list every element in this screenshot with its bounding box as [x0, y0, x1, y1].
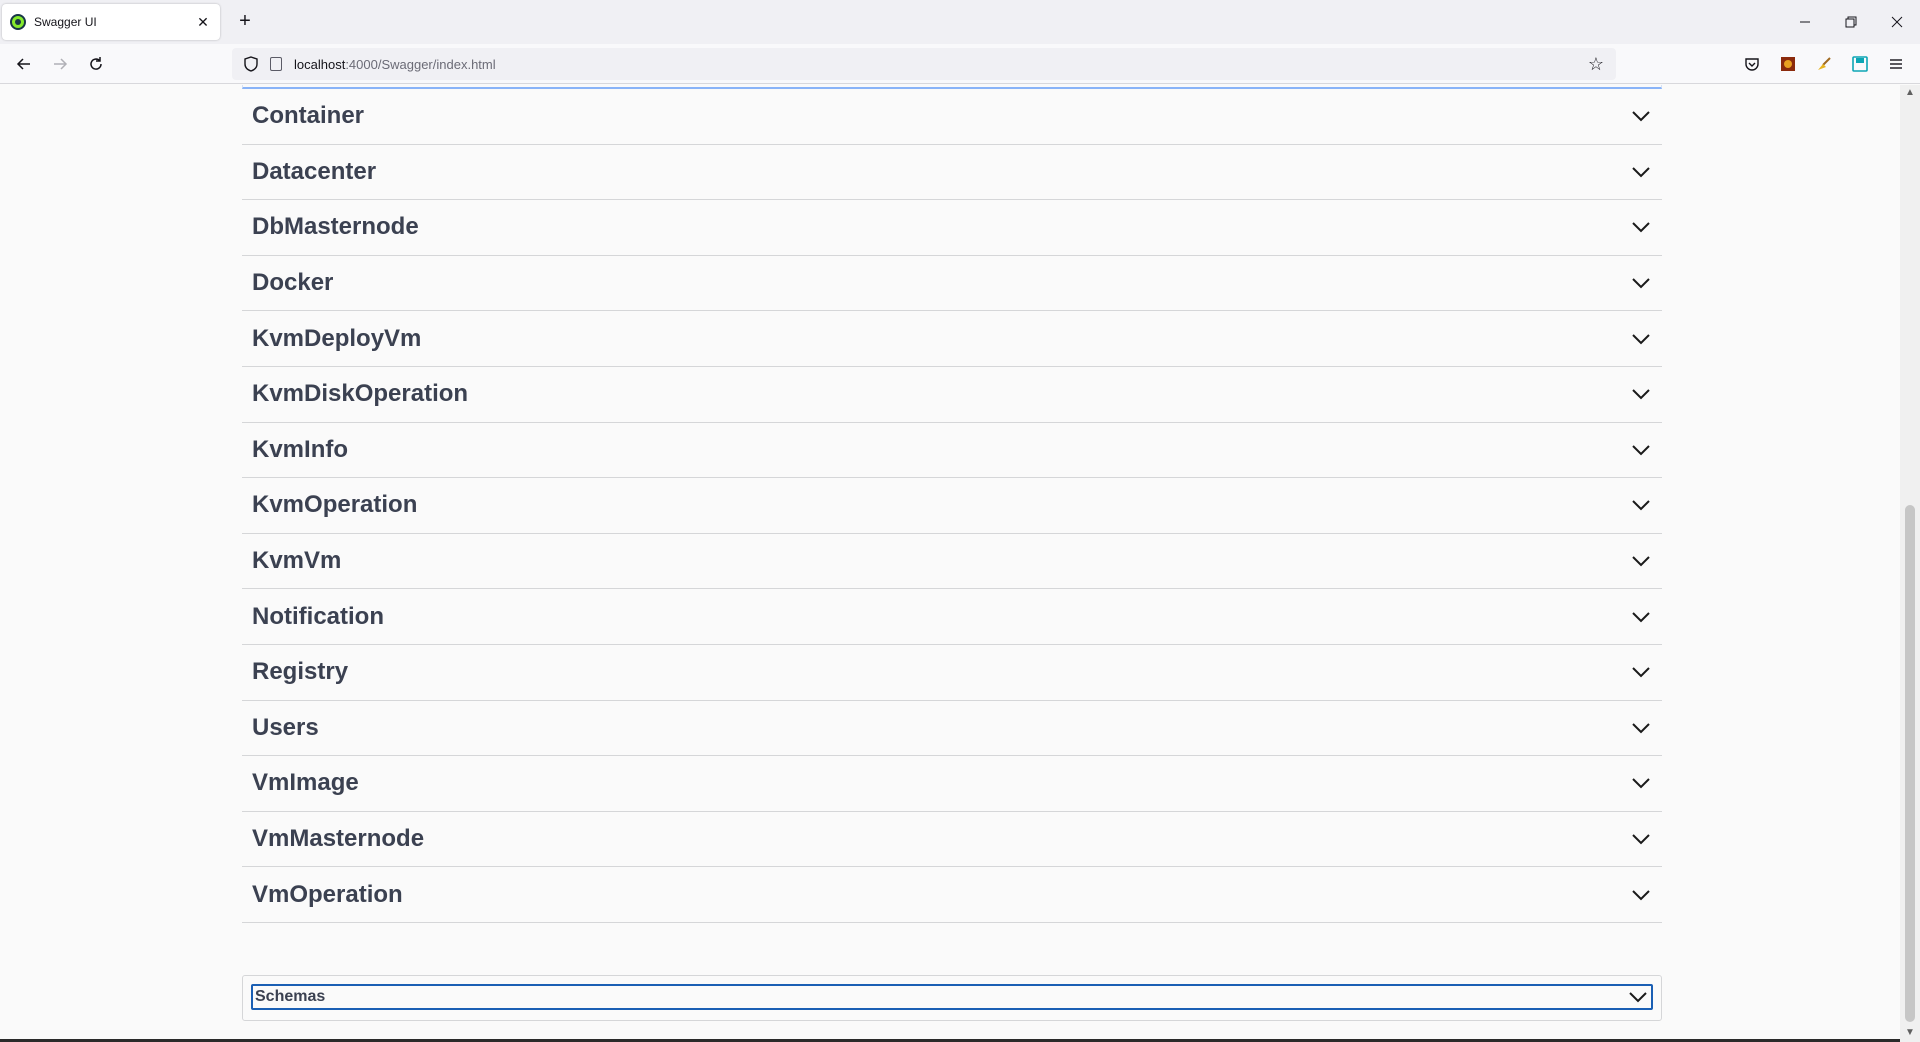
tag-section-header[interactable]: VmOperation	[242, 867, 1662, 923]
save-extension-icon[interactable]	[1850, 54, 1870, 74]
tag-name: VmMasternode	[252, 825, 425, 853]
tag-section-header[interactable]: Registry	[242, 645, 1662, 701]
chevron-down-icon[interactable]	[1630, 884, 1652, 906]
tag-section-header[interactable]: KvmInfo	[242, 423, 1662, 479]
page-info-icon[interactable]	[270, 57, 282, 71]
browser-tab-bar: Swagger UI ✕ +	[0, 0, 1920, 44]
chevron-down-icon[interactable]	[1630, 606, 1652, 628]
tag-name: VmOperation	[252, 880, 403, 908]
tag-section-header[interactable]: KvmOperation	[242, 478, 1662, 534]
extension-icon[interactable]	[1778, 54, 1798, 74]
close-tab-icon[interactable]: ✕	[194, 14, 212, 31]
operations-tag-list: Container Datacenter DbMasternode Docker Kvm…	[242, 89, 1662, 923]
tag-name: Registry	[252, 658, 349, 686]
broom-extension-icon[interactable]	[1814, 54, 1834, 74]
browser-navigation-bar: localhost :4000/Swagger/index.html ☆	[0, 44, 1920, 84]
swagger-page: Container Datacenter DbMasternode Docker Kvm…	[0, 85, 1900, 1042]
scroll-up-arrow-icon[interactable]: ▲	[1904, 87, 1916, 99]
schemas-toggle-button[interactable]: Schemas	[251, 984, 1653, 1010]
chevron-down-icon[interactable]	[1630, 161, 1652, 183]
tag-name: VmImage	[252, 769, 359, 797]
tag-name: KvmDiskOperation	[252, 380, 469, 408]
chevron-down-icon[interactable]	[1630, 550, 1652, 572]
tag-section-header[interactable]: Datacenter	[242, 145, 1662, 201]
tag-section-header[interactable]: Container	[242, 89, 1662, 145]
schemas-label: Schemas	[255, 988, 326, 1005]
tag-name: KvmDeployVm	[252, 324, 422, 352]
tag-section-header[interactable]: Docker	[242, 256, 1662, 312]
pocket-icon[interactable]	[1742, 54, 1762, 74]
close-window-icon[interactable]	[1874, 0, 1920, 44]
minimize-window-icon[interactable]	[1782, 0, 1828, 44]
chevron-down-icon[interactable]	[1630, 439, 1652, 461]
shield-icon[interactable]	[244, 56, 258, 72]
chevron-down-icon[interactable]	[1630, 272, 1652, 294]
swagger-icon	[10, 14, 26, 30]
address-bar[interactable]: localhost :4000/Swagger/index.html ☆	[232, 48, 1616, 80]
scroll-down-arrow-icon[interactable]: ▼	[1904, 1027, 1916, 1039]
chevron-down-icon[interactable]	[1630, 216, 1652, 238]
url-host: localhost	[294, 56, 346, 72]
tag-section-header[interactable]: Notification	[242, 589, 1662, 645]
tag-name: Notification	[252, 602, 384, 630]
url-path: :4000/Swagger/index.html	[345, 56, 496, 72]
restore-window-icon[interactable]	[1828, 0, 1874, 44]
chevron-down-icon[interactable]	[1630, 328, 1652, 350]
chevron-down-icon[interactable]	[1630, 772, 1652, 794]
tag-section-header[interactable]: KvmDeployVm	[242, 311, 1662, 367]
tag-name: Datacenter	[252, 157, 377, 185]
tab-title: Swagger UI	[34, 15, 97, 29]
chevron-down-icon[interactable]	[1630, 661, 1652, 683]
new-tab-button[interactable]: +	[232, 8, 258, 34]
tag-name: KvmVm	[252, 547, 342, 575]
chevron-down-icon[interactable]	[1630, 828, 1652, 850]
chevron-down-icon[interactable]	[1630, 383, 1652, 405]
chevron-down-icon[interactable]	[1630, 717, 1652, 739]
tag-name: Container	[252, 102, 365, 130]
tag-section-header[interactable]: DbMasternode	[242, 200, 1662, 256]
back-arrow-icon[interactable]	[10, 50, 38, 78]
chevron-down-icon[interactable]	[1630, 494, 1652, 516]
tag-section-header[interactable]: KvmDiskOperation	[242, 367, 1662, 423]
tag-section-header[interactable]: VmMasternode	[242, 812, 1662, 868]
tag-name: Users	[252, 713, 319, 741]
tag-name: KvmInfo	[252, 435, 348, 463]
tag-name: KvmOperation	[252, 491, 418, 519]
schemas-section: Schemas	[242, 975, 1662, 1021]
chevron-down-icon[interactable]	[1630, 105, 1652, 127]
chevron-down-icon	[1627, 986, 1649, 1008]
bookmark-star-icon[interactable]: ☆	[1588, 54, 1604, 75]
scrollbar-thumb[interactable]	[1905, 505, 1915, 1022]
browser-tab[interactable]: Swagger UI ✕	[2, 4, 220, 40]
reload-icon[interactable]	[82, 50, 110, 78]
tag-name: DbMasternode	[252, 213, 419, 241]
menu-icon[interactable]	[1886, 54, 1906, 74]
forward-arrow-icon[interactable]	[46, 50, 74, 78]
tag-section-header[interactable]: VmImage	[242, 756, 1662, 812]
page-scrollbar[interactable]: ▲ ▼	[1900, 85, 1920, 1042]
tag-section-header[interactable]: KvmVm	[242, 534, 1662, 590]
tag-section-header[interactable]: Users	[242, 701, 1662, 757]
tag-name: Docker	[252, 269, 334, 297]
